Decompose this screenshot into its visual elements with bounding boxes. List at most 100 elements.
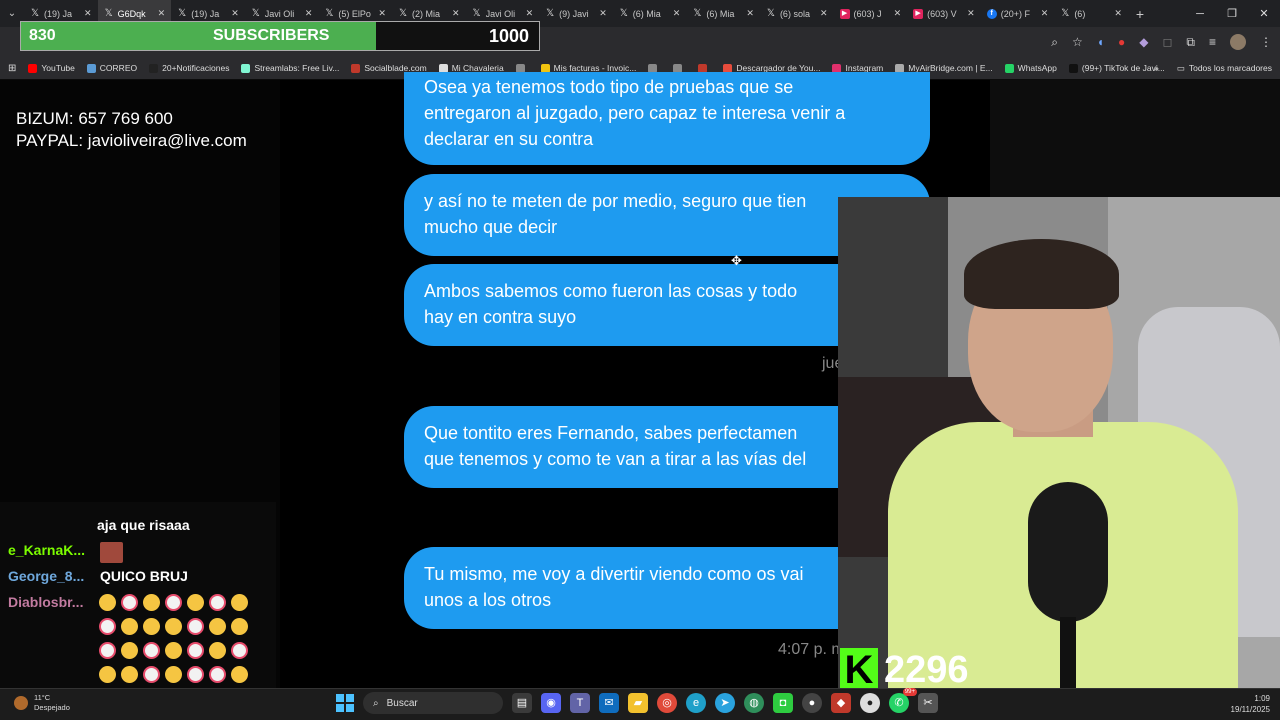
close-tab-icon[interactable]: ✕ <box>599 8 607 19</box>
bookmark-favicon-icon <box>241 63 251 73</box>
bookmark-star-icon[interactable]: ☆ <box>1072 35 1083 49</box>
close-tab-icon[interactable]: ✕ <box>305 8 313 19</box>
close-tab-icon[interactable]: ✕ <box>894 8 902 19</box>
tab-title: (9) Javi <box>559 8 589 19</box>
browser-tab[interactable]: 𝕏 (6) Mia ✕ <box>686 0 760 27</box>
system-clock[interactable]: 1:09 19/11/2025 <box>1231 693 1270 715</box>
x-icon: 𝕏 <box>472 7 481 19</box>
teams-icon[interactable]: T <box>570 693 590 713</box>
extension-icon[interactable]: ● <box>1118 35 1125 49</box>
clown-emoji-icon <box>209 666 226 683</box>
profile-avatar[interactable] <box>1230 34 1246 50</box>
outlook-icon[interactable]: ✉ <box>599 693 619 713</box>
whatsapp-icon[interactable]: ✆ 99+ <box>889 688 917 713</box>
windows-start-icon[interactable] <box>336 694 354 712</box>
obs-icon[interactable]: ● <box>802 693 822 713</box>
more-bookmarks-icon[interactable]: » <box>1154 63 1159 73</box>
extensions-puzzle-icon[interactable]: ⧉ <box>1186 35 1195 50</box>
taskbar-search[interactable]: ⌕ Buscar <box>363 692 503 714</box>
clown-emoji-icon <box>99 642 116 659</box>
reading-list-icon[interactable]: ≡ <box>1209 35 1216 49</box>
tab-title: (19) Ja <box>44 8 73 19</box>
app-icon[interactable]: ◆ <box>831 693 851 713</box>
laughing-emoji-icon <box>209 618 226 635</box>
menu-kebab-icon[interactable]: ⋮ <box>1260 35 1272 49</box>
youtube-icon: ▶ <box>839 8 850 19</box>
tab-title: (19) Ja <box>191 8 220 19</box>
x-icon: 𝕏 <box>251 7 260 19</box>
message-line: declarar en su contra <box>424 129 594 149</box>
close-tab-icon[interactable]: ✕ <box>158 8 166 19</box>
laughing-emoji-icon <box>121 666 138 683</box>
bookmark-item[interactable]: CORREO <box>86 63 137 73</box>
minimize-button[interactable]: ─ <box>1184 0 1216 27</box>
bookmark-favicon-icon <box>1004 63 1014 73</box>
chat-message: Diablosbr... <box>8 594 92 610</box>
laughing-emoji-icon <box>165 642 182 659</box>
close-window-button[interactable]: ✕ <box>1248 0 1280 27</box>
discord-icon[interactable]: ◉ <box>541 693 561 713</box>
browser-tab[interactable]: 𝕏 (6) ✕ <box>1054 0 1128 27</box>
bizum-line: BIZUM: 657 769 600 <box>16 109 173 128</box>
zoom-icon[interactable]: ⌕ <box>1051 35 1058 50</box>
snipping-tool-icon[interactable]: ✂ <box>918 693 938 713</box>
clown-emoji-icon <box>165 594 182 611</box>
all-bookmarks-folder[interactable]: ▭ Todos los marcadores <box>1177 63 1272 74</box>
kick-logo-icon: K <box>840 648 878 688</box>
browser-tab[interactable]: 𝕏 (6) Mia ✕ <box>613 0 687 27</box>
chat-username: e_KarnaK... <box>8 542 86 558</box>
microphone-stand <box>1060 617 1076 688</box>
task-view-icon[interactable]: ▤ <box>512 693 532 713</box>
camtasia-icon[interactable]: ◘ <box>773 693 793 713</box>
restore-button[interactable]: ❐ <box>1216 0 1248 27</box>
extension-icon[interactable]: ◖ <box>1097 35 1104 49</box>
close-tab-icon[interactable]: ✕ <box>378 8 386 19</box>
browser-tab[interactable]: f (20+) F ✕ <box>981 0 1055 27</box>
taskbar-apps: ⌕ Buscar ▤ ◉ T ✉ ▰ ◎ e ➤ ◍ ◘ ● ◆ ● ✆ 99+… <box>336 688 938 714</box>
bookmark-item[interactable]: (99+) TikTok de Javi... <box>1068 63 1165 73</box>
laughing-emoji-icon <box>231 666 248 683</box>
x-icon: 𝕏 <box>325 7 334 19</box>
search-placeholder: Buscar <box>386 697 418 709</box>
close-tab-icon[interactable]: ✕ <box>746 8 754 19</box>
close-tab-icon[interactable]: ✕ <box>1114 8 1122 19</box>
x-icon: 𝕏 <box>693 7 702 19</box>
chrome-icon[interactable]: ◎ <box>657 693 677 713</box>
close-tab-icon[interactable]: ✕ <box>820 8 828 19</box>
close-tab-icon[interactable]: ✕ <box>673 8 681 19</box>
tab-title: (603) J <box>853 8 882 19</box>
browser-tab[interactable]: 𝕏 (6) sola ✕ <box>760 0 834 27</box>
browser-tab[interactable]: 𝕏 (9) Javi ✕ <box>539 0 613 27</box>
telegram-icon[interactable]: ➤ <box>715 693 735 713</box>
close-tab-icon[interactable]: ✕ <box>1041 8 1049 19</box>
weather-widget[interactable]: 11°C Despejado <box>14 693 70 713</box>
tab-title: (5) ElPo <box>338 8 371 19</box>
message-timestamp: 4:07 p. m <box>778 641 845 658</box>
close-tab-icon[interactable]: ✕ <box>84 8 92 19</box>
extension-icon[interactable]: ◻ <box>1162 35 1172 49</box>
clown-emoji-icon <box>121 594 138 611</box>
bookmark-item[interactable]: 20+Notificaciones <box>149 63 229 73</box>
bookmark-item[interactable]: YouTube <box>28 63 75 73</box>
message-line: Osea ya tenemos todo tipo de pruebas que… <box>424 77 794 97</box>
browser-tab[interactable]: ▶ (603) J ✕ <box>834 0 908 27</box>
bookmark-favicon-icon <box>86 63 96 73</box>
bookmark-favicon-icon <box>351 63 361 73</box>
new-tab-button[interactable]: + <box>1128 6 1152 22</box>
globe-icon[interactable]: ◍ <box>744 693 764 713</box>
extension-icon[interactable]: ◆ <box>1139 35 1148 49</box>
apps-grid-icon[interactable]: ⊞ <box>8 63 16 74</box>
edge-icon[interactable]: e <box>686 693 706 713</box>
bookmark-item[interactable]: WhatsApp <box>1004 63 1057 73</box>
emote-row <box>99 666 253 683</box>
file-explorer-icon[interactable]: ▰ <box>628 693 648 713</box>
app-icon[interactable]: ● <box>860 693 880 713</box>
close-tab-icon[interactable]: ✕ <box>231 8 239 19</box>
bookmark-item[interactable]: Streamlabs: Free Liv... <box>241 63 339 73</box>
close-tab-icon[interactable]: ✕ <box>452 8 460 19</box>
microphone <box>1028 482 1108 622</box>
browser-tab[interactable]: ▶ (603) V ✕ <box>907 0 981 27</box>
close-tab-icon[interactable]: ✕ <box>526 8 534 19</box>
chat-text: QUICO BRUJ <box>100 568 188 584</box>
close-tab-icon[interactable]: ✕ <box>967 8 975 19</box>
